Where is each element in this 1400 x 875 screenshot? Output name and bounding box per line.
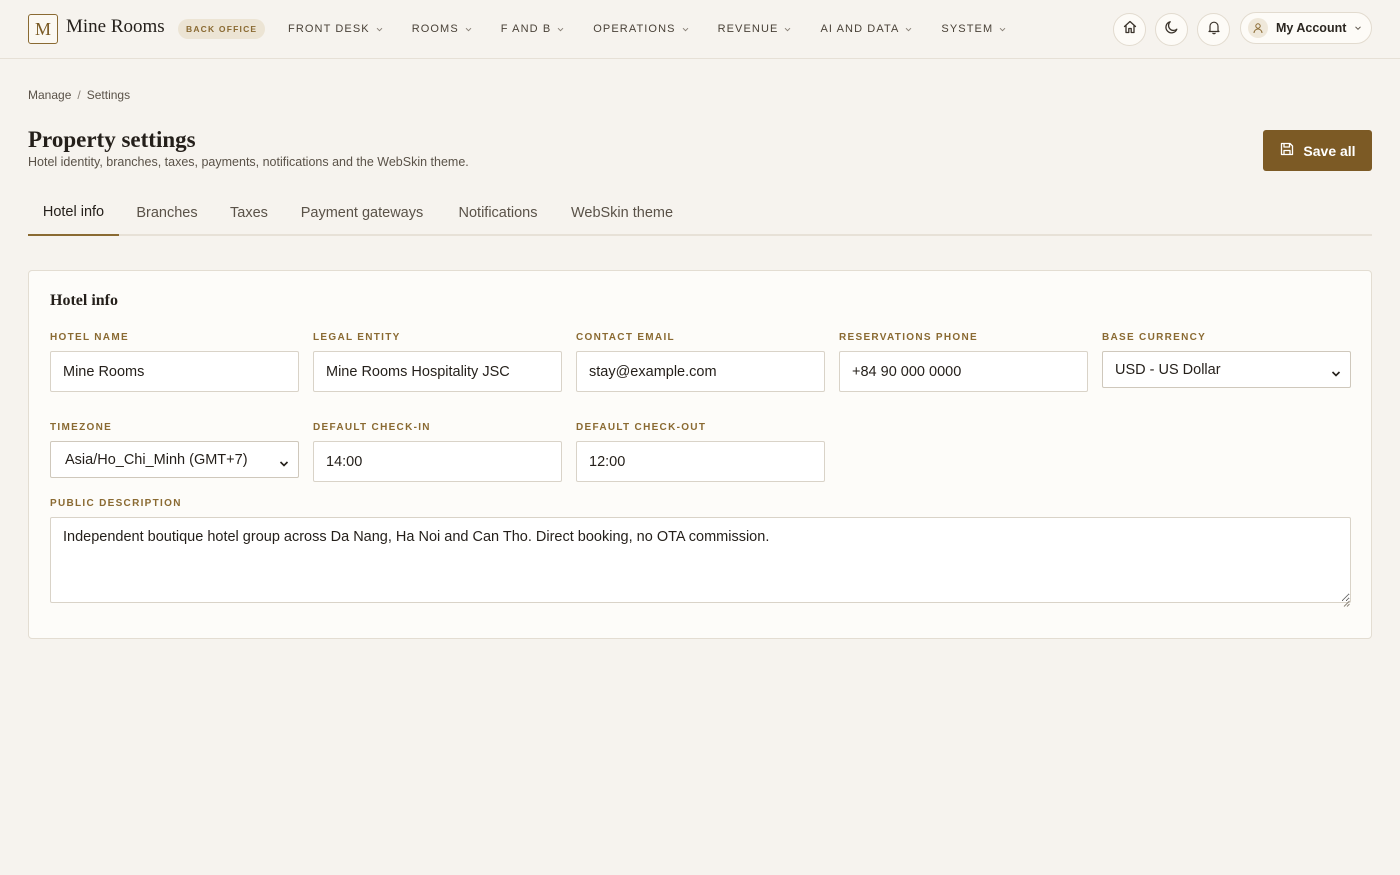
page-subtitle: Hotel identity, branches, taxes, payment… bbox=[28, 155, 469, 169]
resize-handle-icon[interactable] bbox=[1343, 594, 1350, 612]
top-bar: M Mine Rooms BACK OFFICE FRONT DESK ROOM… bbox=[0, 0, 1400, 59]
card-title: Hotel info bbox=[50, 292, 118, 309]
nav-label: AI AND DATA bbox=[820, 23, 900, 35]
brand-name[interactable]: Mine Rooms bbox=[66, 16, 165, 38]
hotel-name-input[interactable] bbox=[50, 351, 299, 392]
chevron-down-icon bbox=[279, 456, 289, 472]
nav-label: REVENUE bbox=[717, 23, 779, 35]
chevron-down-icon bbox=[465, 26, 472, 33]
base-currency-value: USD - US Dollar bbox=[1115, 361, 1221, 378]
home-icon bbox=[1122, 19, 1138, 40]
legal-entity-label: LEGAL ENTITY bbox=[313, 332, 401, 343]
breadcrumb-current: Settings bbox=[86, 88, 131, 102]
theme-toggle-button[interactable] bbox=[1155, 13, 1188, 46]
timezone-select[interactable]: Asia/Ho_Chi_Minh (GMT+7) bbox=[50, 441, 299, 478]
bell-icon bbox=[1206, 19, 1222, 40]
timezone-value: Asia/Ho_Chi_Minh (GMT+7) bbox=[65, 451, 248, 468]
chevron-down-icon bbox=[376, 26, 383, 33]
user-icon bbox=[1248, 18, 1268, 38]
nav-label: SYSTEM bbox=[941, 23, 994, 35]
chevron-down-icon bbox=[784, 26, 791, 33]
notifications-button[interactable] bbox=[1197, 13, 1230, 46]
nav-label: F AND B bbox=[500, 23, 552, 35]
nav-ai-and-data[interactable]: AI AND DATA bbox=[820, 23, 912, 35]
nav-front-desk[interactable]: FRONT DESK bbox=[288, 23, 383, 35]
save-all-button[interactable]: Save all bbox=[1263, 130, 1372, 171]
chevron-down-icon bbox=[557, 26, 564, 33]
moon-icon bbox=[1164, 19, 1180, 40]
nav-label: ROOMS bbox=[411, 23, 459, 35]
chevron-down-icon bbox=[1331, 366, 1341, 382]
account-menu-button[interactable]: My Account bbox=[1240, 12, 1372, 44]
default-checkin-label: DEFAULT CHECK-IN bbox=[313, 422, 431, 433]
public-description-textarea[interactable]: Independent boutique hotel group across … bbox=[50, 517, 1351, 603]
nav-label: OPERATIONS bbox=[593, 23, 676, 35]
breadcrumb: Manage / Settings bbox=[28, 88, 130, 102]
public-description-label: PUBLIC DESCRIPTION bbox=[50, 498, 182, 509]
chevron-down-icon bbox=[905, 26, 912, 33]
tab-branches[interactable]: Branches bbox=[124, 190, 210, 235]
save-icon bbox=[1279, 141, 1295, 160]
nav-label: FRONT DESK bbox=[288, 23, 370, 35]
nav-f-and-b[interactable]: F AND B bbox=[501, 23, 565, 35]
home-button[interactable] bbox=[1113, 13, 1146, 46]
chevron-down-icon bbox=[999, 26, 1006, 33]
back-office-badge: BACK OFFICE bbox=[178, 19, 266, 39]
tab-taxes[interactable]: Taxes bbox=[222, 190, 276, 235]
base-currency-label: BASE CURRENCY bbox=[1102, 332, 1207, 343]
reservations-phone-input[interactable] bbox=[839, 351, 1088, 392]
logo-letter: M bbox=[34, 18, 51, 39]
contact-email-input[interactable] bbox=[576, 351, 825, 392]
base-currency-select[interactable]: USD - US Dollar bbox=[1102, 351, 1351, 388]
nav-rooms[interactable]: ROOMS bbox=[412, 23, 472, 35]
contact-email-label: CONTACT EMAIL bbox=[576, 332, 675, 343]
default-checkin-input[interactable] bbox=[313, 441, 562, 482]
tab-payment-gateways[interactable]: Payment gateways bbox=[292, 190, 432, 235]
hotel-info-card: Hotel info HOTEL NAME LEGAL ENTITY CONTA… bbox=[28, 270, 1372, 639]
tab-notifications[interactable]: Notifications bbox=[448, 190, 548, 235]
page-title: Property settings bbox=[28, 127, 196, 152]
save-all-label: Save all bbox=[1303, 142, 1356, 159]
breadcrumb-parent[interactable]: Manage bbox=[28, 88, 71, 102]
legal-entity-input[interactable] bbox=[313, 351, 562, 392]
nav-system[interactable]: SYSTEM bbox=[941, 23, 1006, 35]
nav-operations[interactable]: OPERATIONS bbox=[593, 23, 688, 35]
tab-webskin-theme[interactable]: WebSkin theme bbox=[564, 190, 680, 235]
main-nav: FRONT DESK ROOMS F AND B OPERATIONS REVE… bbox=[288, 0, 1035, 58]
account-label: My Account bbox=[1276, 21, 1347, 35]
timezone-label: TIMEZONE bbox=[50, 422, 113, 433]
settings-tabs: Hotel info Branches Taxes Payment gatewa… bbox=[28, 190, 1372, 236]
default-checkout-input[interactable] bbox=[576, 441, 825, 482]
breadcrumb-separator: / bbox=[77, 88, 81, 102]
tab-hotel-info[interactable]: Hotel info bbox=[28, 190, 119, 236]
brand-logo[interactable]: M bbox=[28, 14, 58, 44]
chevron-down-icon bbox=[682, 26, 689, 33]
nav-revenue[interactable]: REVENUE bbox=[718, 23, 792, 35]
hotel-name-label: HOTEL NAME bbox=[50, 332, 129, 343]
reservations-phone-label: RESERVATIONS PHONE bbox=[839, 332, 978, 343]
default-checkout-label: DEFAULT CHECK-OUT bbox=[576, 422, 707, 433]
chevron-down-icon bbox=[1354, 19, 1362, 37]
